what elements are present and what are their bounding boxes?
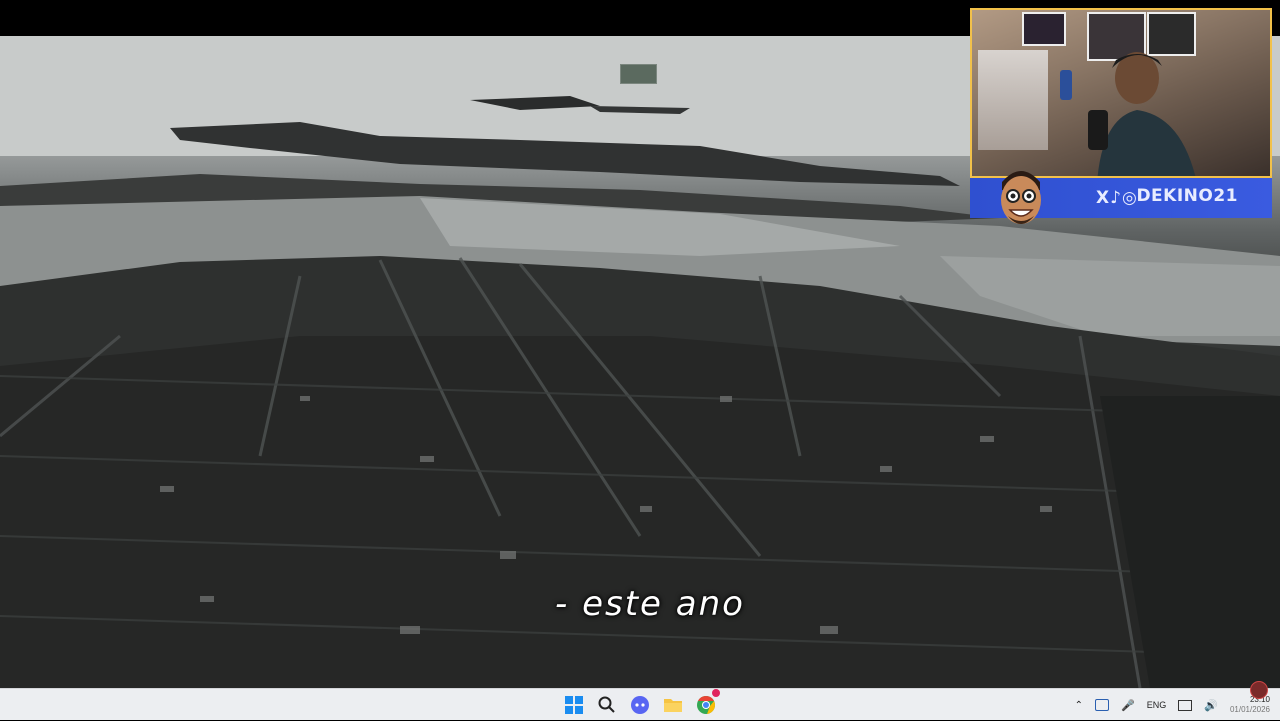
notification-badge: [712, 689, 720, 697]
windows-logo-icon: [565, 696, 583, 714]
wall-poster: [1022, 12, 1066, 46]
clock[interactable]: 23:10 01/01/2026: [1230, 695, 1270, 715]
record-indicator-icon: [1250, 681, 1268, 699]
app-button-file-explorer[interactable]: [661, 693, 685, 717]
volume-icon[interactable]: 🔊: [1204, 699, 1218, 712]
microphone: [1088, 110, 1108, 150]
search-button[interactable]: [595, 693, 619, 717]
system-tray: ⌃ 🎤 ENG 🔊 23:10 01/01/2026: [1075, 689, 1270, 721]
streamer-name: DEKINO21: [1136, 186, 1238, 206]
monitor-desk: [978, 50, 1048, 150]
social-icons: X♪◎: [1096, 188, 1138, 208]
discord-icon: [631, 696, 649, 714]
folder-icon: [664, 699, 682, 712]
display-icon[interactable]: [1178, 699, 1193, 711]
cartoon-avatar-icon: [1001, 171, 1041, 224]
taskbar: ⌃ 🎤 ENG 🔊 23:10 01/01/2026: [0, 681, 1280, 721]
chrome-icon: [697, 696, 715, 714]
tray-app-icon[interactable]: [1095, 699, 1110, 711]
webcam-overlay: [970, 8, 1272, 178]
start-button[interactable]: [562, 693, 586, 717]
bottle: [1060, 70, 1072, 100]
streamer-silhouette: [1097, 52, 1196, 176]
app-button-discord[interactable]: [628, 693, 652, 717]
clock-date: 01/01/2026: [1229, 705, 1270, 714]
microphone-icon[interactable]: 🎤: [1121, 699, 1135, 712]
video-subtitle: - este ano: [555, 584, 745, 624]
taskbar-apps: [562, 689, 720, 717]
video-watermark-badge: [620, 64, 657, 84]
search-icon: [598, 696, 615, 713]
language-indicator[interactable]: ENG: [1147, 700, 1167, 710]
chevron-up-icon[interactable]: ⌃: [1075, 700, 1083, 711]
app-button-chrome[interactable]: [694, 689, 720, 717]
